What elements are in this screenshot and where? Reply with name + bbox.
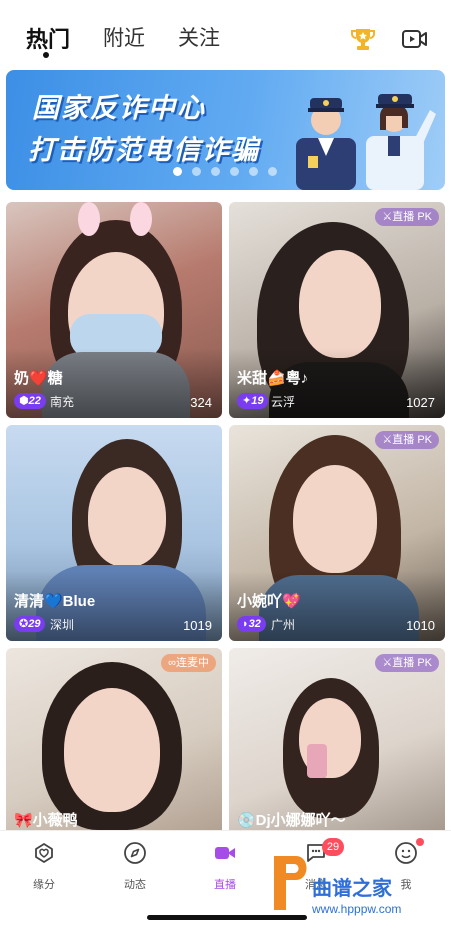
location-label: 南充 <box>50 395 75 409</box>
streamer-name: 奶❤️糖 <box>14 370 63 387</box>
compass-icon <box>124 842 146 864</box>
level-badge: ✪29 <box>14 616 46 632</box>
co-host-badge: ∞连麦中 <box>161 654 216 672</box>
active-tab-indicator <box>43 52 49 58</box>
live-room-card[interactable]: 奶❤️糖 ⬢22 南充 324 <box>6 202 222 418</box>
live-room-card[interactable]: ⚔直播 PK 小婉吖💖 ◗32 广州 1010 <box>229 425 445 641</box>
watermark-logo-icon <box>274 856 307 910</box>
nav-item-fate[interactable]: 缘分 <box>14 841 74 892</box>
nav-item-live[interactable]: 直播 <box>195 841 255 892</box>
watermark-text: 曲谱之家 <box>312 876 392 900</box>
live-pk-badge: ⚔直播 PK <box>375 208 439 226</box>
nav-label: 缘分 <box>33 879 55 891</box>
live-room-card[interactable]: 清清💙Blue ✪29 深圳 1019 <box>6 425 222 641</box>
live-room-card[interactable]: ⚔直播 PK 米甜🍰粤♪ ✦19 云浮 1027 <box>229 202 445 418</box>
pagination-dot[interactable] <box>268 167 277 176</box>
pagination-dot[interactable] <box>230 167 239 176</box>
video-camera-icon[interactable] <box>401 26 429 52</box>
message-count-badge: 29 <box>322 838 344 856</box>
location-label: 深圳 <box>50 618 75 632</box>
nav-label: 动态 <box>124 879 146 891</box>
home-indicator <box>147 915 307 920</box>
bunny-ear <box>78 202 100 236</box>
top-tab-bar: 热门 附近 关注 <box>0 0 451 68</box>
location-label: 云浮 <box>271 395 296 409</box>
anti-fraud-banner[interactable]: 国家反诈中心 打击防范电信诈骗 <box>6 70 445 190</box>
streamer-name: 🎀小薇鸭 <box>14 812 78 829</box>
viewer-count: 1019 <box>183 618 212 633</box>
streamer-name: 清清💙Blue <box>14 593 96 610</box>
watermark-url: www.hpppw.com <box>312 902 402 916</box>
tab-hot[interactable]: 热门 <box>26 22 70 54</box>
pagination-dot[interactable] <box>192 167 201 176</box>
pagination-dot[interactable] <box>249 167 258 176</box>
nav-label: 直播 <box>214 879 236 891</box>
banner-subheadline: 打击防范电信诈骗 <box>28 135 260 165</box>
live-camera-icon <box>215 847 235 859</box>
heart-chat-icon <box>35 843 53 863</box>
streamer-name: 小婉吖💖 <box>237 593 301 610</box>
level-badge: ✦19 <box>237 393 269 409</box>
nav-item-feed[interactable]: 动态 <box>105 841 165 892</box>
live-pk-badge: ⚔直播 PK <box>375 654 439 672</box>
bunny-ear <box>130 202 152 236</box>
banner-headline: 国家反诈中心 <box>32 93 206 123</box>
level-badge: ◗32 <box>237 616 266 632</box>
police-officers-illustration <box>296 94 436 190</box>
level-badge: ⬢22 <box>14 393 46 409</box>
notification-dot <box>416 838 424 846</box>
phone-prop <box>307 744 327 778</box>
viewer-count: 1027 <box>406 395 435 410</box>
pagination-dot[interactable] <box>211 167 220 176</box>
live-pk-badge: ⚔直播 PK <box>375 431 439 449</box>
streamer-name: 💿Dj小娜娜吖～ <box>237 812 346 829</box>
pagination-dot[interactable] <box>173 167 182 176</box>
trophy-icon[interactable] <box>350 26 376 52</box>
streamer-name: 米甜🍰粤♪ <box>237 370 309 387</box>
tab-nearby[interactable]: 附近 <box>103 22 145 52</box>
viewer-count: 1010 <box>406 618 435 633</box>
location-label: 广州 <box>271 618 296 632</box>
live-room-card[interactable]: ⚔直播 PK 💿Dj小娜娜吖～ <box>229 648 445 830</box>
live-room-card[interactable]: ∞连麦中 🎀小薇鸭 <box>6 648 222 830</box>
smile-icon <box>395 842 417 864</box>
viewer-count: 324 <box>190 395 212 410</box>
tab-following[interactable]: 关注 <box>178 22 220 52</box>
